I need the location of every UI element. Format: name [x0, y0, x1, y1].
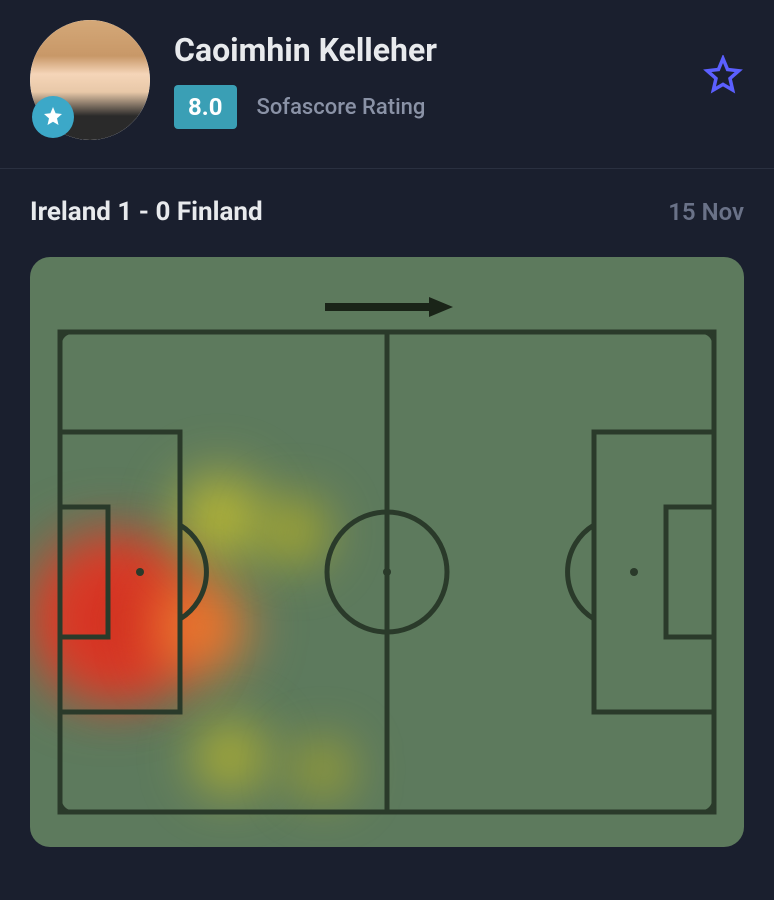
star-badge-icon — [32, 96, 74, 138]
player-header: Caoimhin Kelleher 8.0 Sofascore Rating — [0, 0, 774, 160]
heatmap-container — [0, 247, 774, 877]
match-score: Ireland 1 - 0 Finland — [30, 197, 263, 227]
player-name: Caoimhin Kelleher — [174, 31, 744, 69]
rating-badge: 8.0 — [174, 85, 237, 129]
match-date: 15 Nov — [668, 198, 744, 226]
match-info-row: Ireland 1 - 0 Finland 15 Nov — [0, 177, 774, 247]
star-outline-icon — [702, 55, 744, 97]
player-info: Caoimhin Kelleher 8.0 Sofascore Rating — [174, 31, 744, 129]
favorite-star-button[interactable] — [702, 55, 744, 101]
football-pitch — [30, 257, 744, 847]
divider — [0, 168, 774, 169]
rating-label: Sofascore Rating — [257, 95, 426, 120]
pitch-lines — [30, 257, 744, 847]
direction-arrow-icon — [317, 295, 457, 323]
avatar-container — [30, 20, 150, 140]
rating-row: 8.0 Sofascore Rating — [174, 85, 744, 129]
